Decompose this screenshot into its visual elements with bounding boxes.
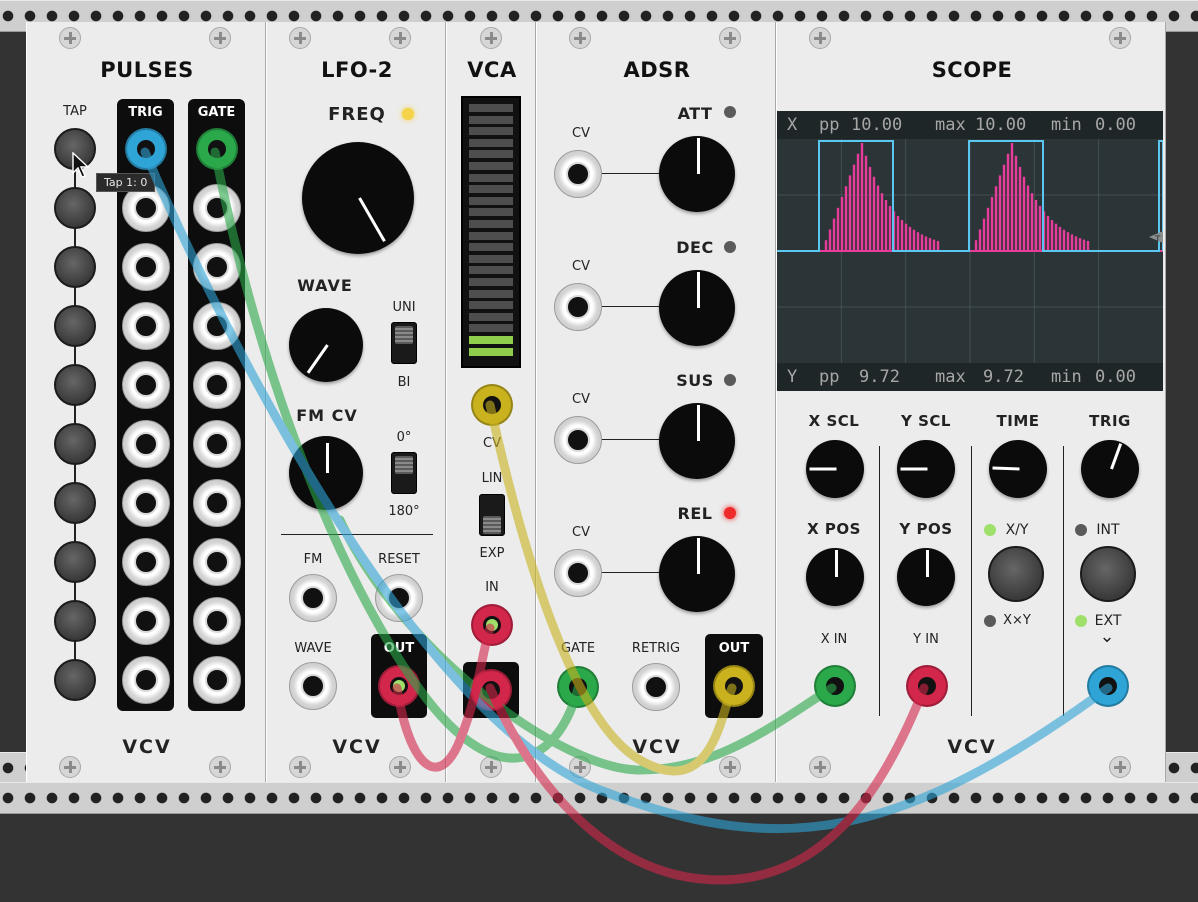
cable-adsr-to-xin [335, 515, 837, 775]
cable-adsr-out-to-vca-cv [485, 400, 737, 776]
patch-cables [140, 147, 1113, 885]
cable-gate-to-adsr [210, 147, 583, 763]
cable-trig-to-ext [140, 147, 1113, 834]
cable-vca-to-yin [485, 683, 929, 885]
